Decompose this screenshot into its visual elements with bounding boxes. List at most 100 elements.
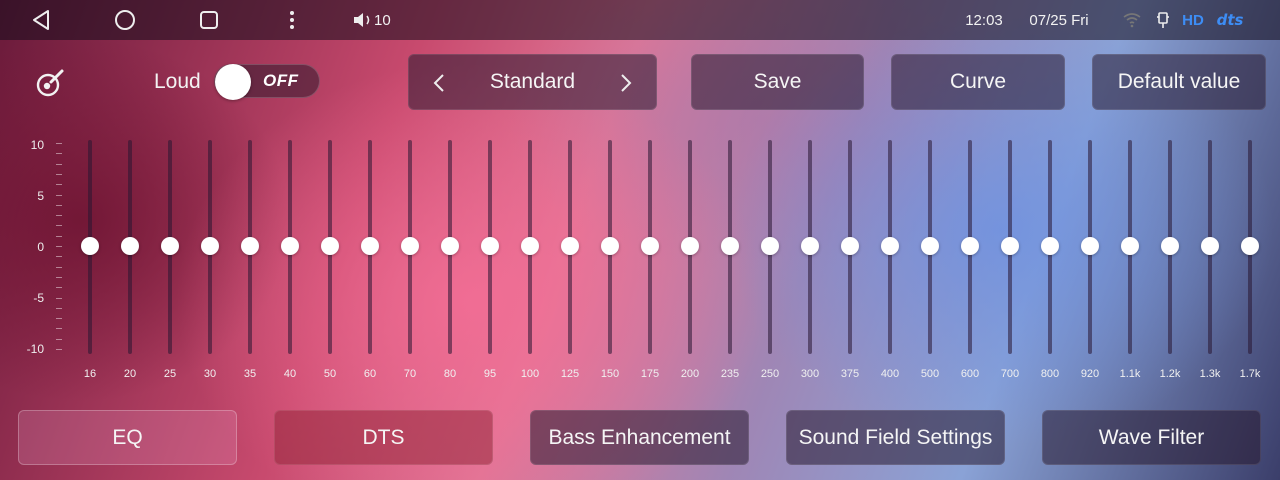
scale-tick bbox=[56, 173, 62, 175]
home-icon[interactable] bbox=[110, 0, 140, 40]
freq-label: 60 bbox=[363, 368, 377, 380]
slider-knob[interactable] bbox=[721, 237, 739, 255]
freq-label: 20 bbox=[123, 368, 137, 380]
freq-label: 300 bbox=[800, 368, 820, 380]
slider-knob[interactable] bbox=[241, 237, 259, 255]
recents-icon[interactable] bbox=[194, 0, 224, 40]
eq-slider[interactable] bbox=[755, 138, 785, 356]
tab-sound-field-settings[interactable]: Sound Field Settings bbox=[786, 410, 1005, 465]
loud-toggle[interactable]: OFF bbox=[214, 64, 320, 100]
eq-slider[interactable] bbox=[435, 138, 465, 356]
freq-label: 235 bbox=[720, 368, 740, 380]
eq-slider[interactable] bbox=[555, 138, 585, 356]
eq-slider[interactable] bbox=[635, 138, 665, 356]
eq-slider[interactable] bbox=[835, 138, 865, 356]
clock: 12:03 bbox=[965, 11, 1003, 29]
eq-slider[interactable] bbox=[155, 138, 185, 356]
scale-tick bbox=[56, 163, 62, 165]
eq-slider[interactable] bbox=[995, 138, 1025, 356]
eq-slider[interactable] bbox=[1035, 138, 1065, 356]
slider-knob[interactable] bbox=[801, 237, 819, 255]
freq-label: 200 bbox=[680, 368, 700, 380]
preset-prev-button[interactable] bbox=[419, 55, 459, 111]
tab-wave-filter[interactable]: Wave Filter bbox=[1042, 410, 1261, 465]
freq-label: 95 bbox=[483, 368, 497, 380]
eq-slider[interactable] bbox=[1155, 138, 1185, 356]
eq-slider[interactable] bbox=[395, 138, 425, 356]
volume-indicator[interactable]: 10 bbox=[352, 0, 400, 40]
eq-slider[interactable] bbox=[675, 138, 705, 356]
slider-knob[interactable] bbox=[481, 237, 499, 255]
slider-knob[interactable] bbox=[441, 237, 459, 255]
slider-knob[interactable] bbox=[121, 237, 139, 255]
slider-knob[interactable] bbox=[521, 237, 539, 255]
slider-knob[interactable] bbox=[761, 237, 779, 255]
freq-label: 100 bbox=[520, 368, 540, 380]
slider-knob[interactable] bbox=[561, 237, 579, 255]
slider-knob[interactable] bbox=[601, 237, 619, 255]
eq-slider[interactable] bbox=[195, 138, 225, 356]
curve-button[interactable]: Curve bbox=[891, 54, 1065, 110]
eq-slider[interactable] bbox=[275, 138, 305, 356]
default-value-button[interactable]: Default value bbox=[1092, 54, 1266, 110]
eq-slider[interactable] bbox=[795, 138, 825, 356]
scale-label: 0 bbox=[37, 240, 44, 254]
eq-slider[interactable] bbox=[875, 138, 905, 356]
slider-knob[interactable] bbox=[641, 237, 659, 255]
slider-knob[interactable] bbox=[321, 237, 339, 255]
slider-knob[interactable] bbox=[281, 237, 299, 255]
slider-knob[interactable] bbox=[681, 237, 699, 255]
slider-knob[interactable] bbox=[881, 237, 899, 255]
slider-knob[interactable] bbox=[921, 237, 939, 255]
tab-eq[interactable]: EQ bbox=[18, 410, 237, 465]
eq-slider[interactable] bbox=[75, 138, 105, 356]
eq-slider[interactable] bbox=[475, 138, 505, 356]
eq-slider[interactable] bbox=[235, 138, 265, 356]
scale-tick bbox=[56, 276, 62, 278]
theme-brush-icon[interactable] bbox=[34, 68, 68, 98]
more-vert-icon[interactable] bbox=[280, 0, 304, 40]
slider-knob[interactable] bbox=[161, 237, 179, 255]
slider-knob[interactable] bbox=[1121, 237, 1139, 255]
slider-knob[interactable] bbox=[1001, 237, 1019, 255]
slider-knob[interactable] bbox=[1161, 237, 1179, 255]
scale-tick bbox=[56, 194, 62, 196]
eq-slider[interactable] bbox=[515, 138, 545, 356]
eq-slider[interactable] bbox=[1115, 138, 1145, 356]
scale-tick bbox=[56, 287, 62, 289]
slider-knob[interactable] bbox=[361, 237, 379, 255]
freq-label: 40 bbox=[283, 368, 297, 380]
slider-knob[interactable] bbox=[81, 237, 99, 255]
slider-knob[interactable] bbox=[1081, 237, 1099, 255]
eq-slider[interactable] bbox=[115, 138, 145, 356]
back-icon[interactable] bbox=[26, 0, 56, 40]
eq-slider[interactable] bbox=[915, 138, 945, 356]
eq-slider[interactable] bbox=[315, 138, 345, 356]
slider-knob[interactable] bbox=[401, 237, 419, 255]
eq-slider[interactable] bbox=[1075, 138, 1105, 356]
scale-tick bbox=[56, 297, 62, 299]
freq-label: 375 bbox=[840, 368, 860, 380]
preset-next-button[interactable] bbox=[606, 55, 646, 111]
scale-tick bbox=[56, 349, 62, 350]
save-button[interactable]: Save bbox=[691, 54, 864, 110]
eq-slider[interactable] bbox=[1195, 138, 1225, 356]
eq-slider[interactable] bbox=[595, 138, 625, 356]
eq-slider[interactable] bbox=[715, 138, 745, 356]
tab-bass-enhancement[interactable]: Bass Enhancement bbox=[530, 410, 749, 465]
volume-level: 10 bbox=[374, 11, 391, 29]
eq-slider[interactable] bbox=[1235, 138, 1265, 356]
freq-label: 80 bbox=[443, 368, 457, 380]
freq-label: 250 bbox=[760, 368, 780, 380]
slider-knob[interactable] bbox=[1201, 237, 1219, 255]
tab-dts[interactable]: DTS bbox=[274, 410, 493, 465]
slider-knob[interactable] bbox=[961, 237, 979, 255]
eq-slider[interactable] bbox=[355, 138, 385, 356]
eq-slider[interactable] bbox=[955, 138, 985, 356]
freq-label: 70 bbox=[403, 368, 417, 380]
slider-knob[interactable] bbox=[201, 237, 219, 255]
slider-knob[interactable] bbox=[1041, 237, 1059, 255]
slider-knob[interactable] bbox=[841, 237, 859, 255]
slider-knob[interactable] bbox=[1241, 237, 1259, 255]
scale-tick bbox=[56, 266, 62, 268]
